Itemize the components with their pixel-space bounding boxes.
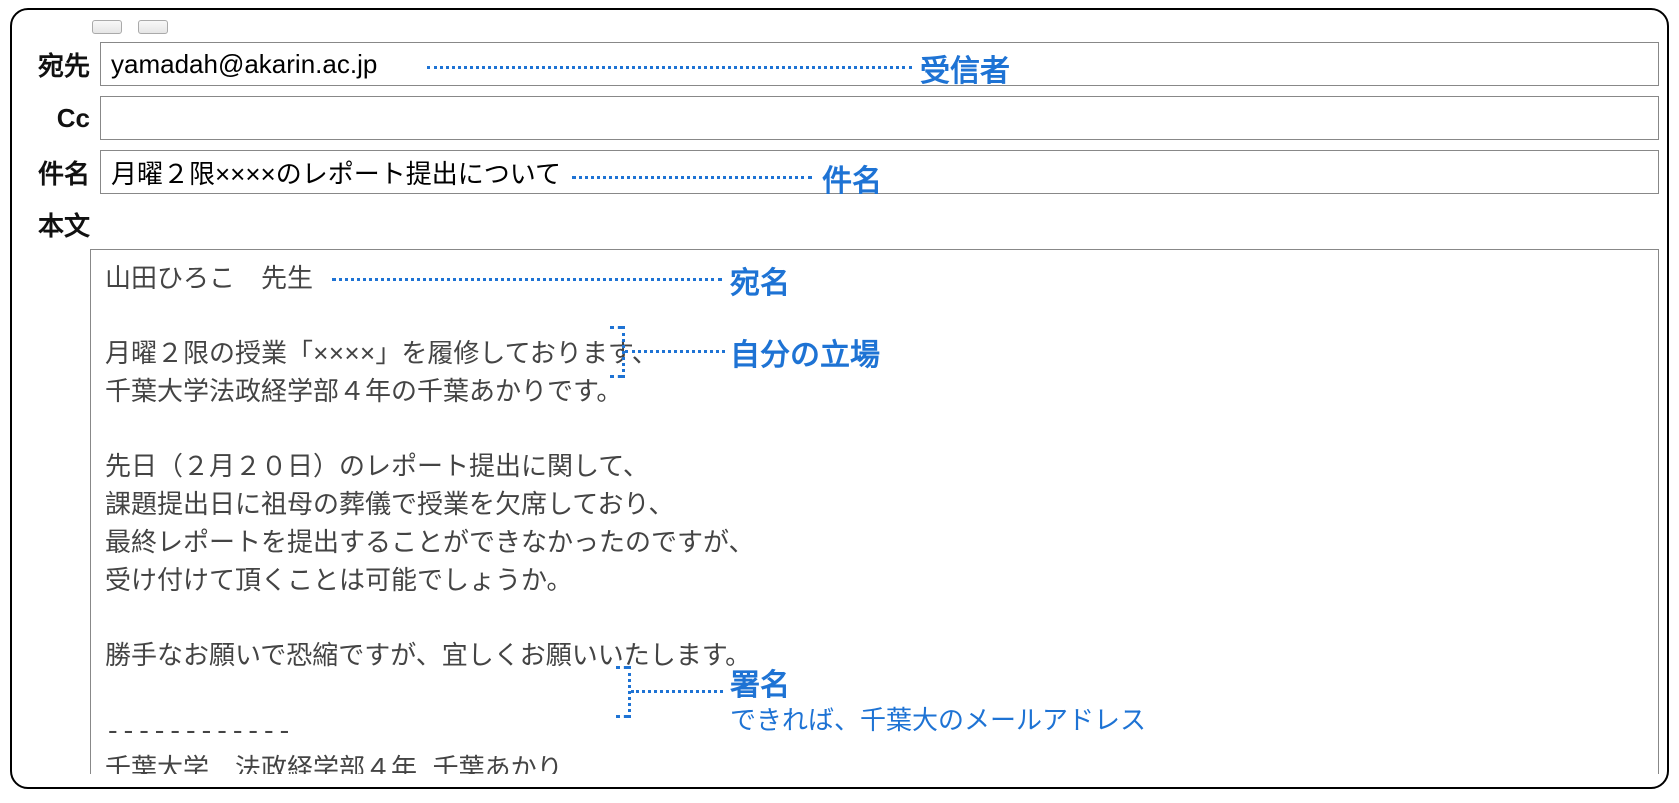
to-row: 宛先: [20, 42, 1659, 86]
toolbar: [92, 20, 1659, 34]
cc-input[interactable]: [100, 96, 1659, 140]
body-line: 課題提出日に祖母の葬儀で授業を欠席しており、: [105, 488, 1644, 526]
cc-row: Cc: [20, 96, 1659, 140]
body-line: 最終レポートを提出することができなかったのですが、: [105, 526, 1644, 564]
annotation-subject: 件名: [822, 156, 882, 200]
toolbar-button-2[interactable]: [138, 20, 168, 34]
subject-label: 件名: [20, 154, 100, 191]
cc-label: Cc: [20, 103, 100, 134]
annotation-recipient: 受信者: [920, 46, 1010, 90]
body-line: [105, 413, 1644, 451]
body-line: [105, 601, 1644, 639]
annotation-line: [427, 66, 912, 69]
body-line: 先日（２月２０日）のレポート提出に関して、: [105, 450, 1644, 488]
annotation-address: 宛名: [730, 258, 790, 302]
annotation-signature-sub: できれば、千葉大のメールアドレス: [730, 700, 1146, 737]
body-line: 勝手なお願いで恐縮ですが、宜しくお願いいたします。: [105, 639, 1644, 677]
annotation-line: [625, 350, 725, 353]
body-label: 本文: [38, 206, 1659, 243]
body-line: 受け付けて頂くことは可能でしょうか。: [105, 564, 1644, 602]
annotation-line: [631, 690, 723, 693]
toolbar-button-1[interactable]: [92, 20, 122, 34]
mail-compose-panel: 宛先 Cc 件名 本文 山田ひろこ 先生 月曜２限の授業「××××」を履修してお…: [10, 8, 1669, 789]
annotation-signature: 署名: [730, 660, 790, 704]
annotation-self: 自分の立場: [730, 330, 880, 374]
annotation-line: [332, 278, 722, 281]
to-label: 宛先: [20, 46, 100, 83]
annotation-line: [572, 176, 812, 179]
body-textarea[interactable]: 山田ひろこ 先生 月曜２限の授業「××××」を履修しております、 千葉大学法政経…: [90, 249, 1659, 774]
to-input[interactable]: [100, 42, 1659, 86]
body-line: 千葉大学 法政経学部４年 千葉あかり: [105, 752, 1644, 774]
body-line: 千葉大学法政経学部４年の千葉あかりです。: [105, 375, 1644, 413]
